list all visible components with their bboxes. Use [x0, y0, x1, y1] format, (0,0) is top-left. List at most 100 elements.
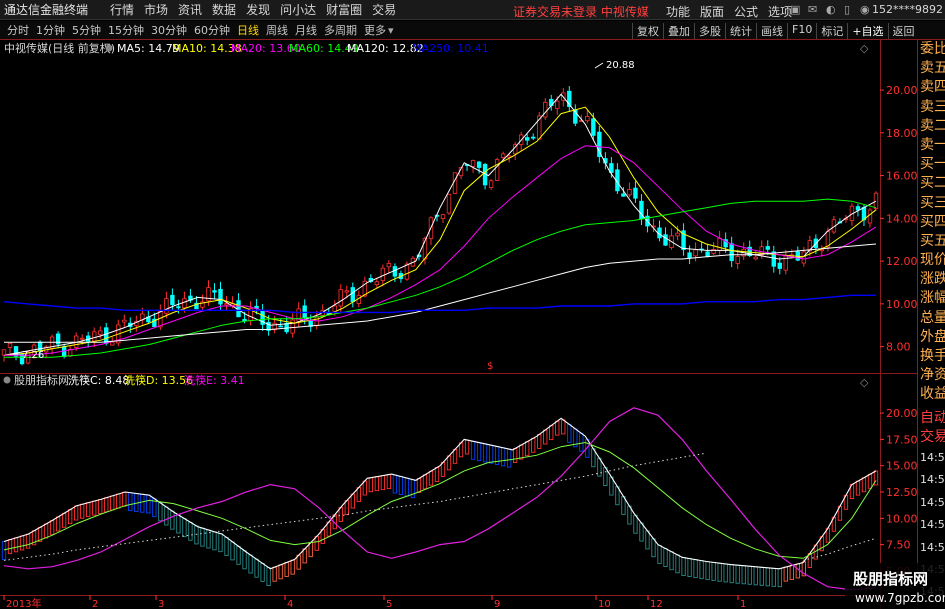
tool-biaoji[interactable]: 标记 — [816, 23, 847, 39]
account-icon[interactable]: ◉ — [860, 3, 870, 16]
menu-item-xuanxiang[interactable]: 选项 — [768, 3, 792, 20]
tool-f10[interactable]: F10 — [787, 23, 816, 39]
candle-body — [98, 330, 103, 335]
period-multi[interactable]: 多周期 — [324, 22, 357, 38]
period-week[interactable]: 周线 — [266, 22, 288, 38]
tool-tongji[interactable]: 统计 — [725, 23, 756, 39]
sub-tick-label: 20.00 — [886, 407, 917, 420]
candle-body — [338, 289, 343, 307]
user-phone[interactable]: 152****9892 — [872, 3, 943, 16]
period-more[interactable]: 更多 — [364, 22, 386, 38]
chevron-down-icon[interactable]: ▾ — [388, 24, 394, 37]
legend-ma250: MA250: 10.41 — [412, 42, 489, 55]
tool-fuquan[interactable]: 复权 — [632, 23, 663, 39]
kline-chart[interactable]: 中视传媒(日线 前复权) MA5: 14.79 MA10: 14.38 MA20… — [0, 40, 917, 609]
menu-item-zixun[interactable]: 资讯 — [178, 1, 202, 18]
sub-bar — [284, 562, 289, 577]
lock-icon[interactable]: ▣ — [790, 3, 800, 16]
high-annotation: 20.88 — [594, 60, 635, 71]
message-icon[interactable]: ✉ — [808, 3, 817, 16]
sub-bar — [92, 500, 97, 516]
sub-value-axis: 5.007.5010.0012.5015.0017.5020.00 — [880, 407, 917, 578]
menu-item-shuju[interactable]: 数据 — [212, 1, 236, 18]
sub-bar — [116, 493, 121, 509]
period-60min[interactable]: 60分钟 — [194, 22, 230, 38]
sidebar-label: 外盘 — [920, 328, 945, 345]
diamond-icon-sub[interactable]: ◇ — [860, 376, 869, 389]
sidebar-label: 委比 — [920, 41, 945, 57]
sub-bar — [867, 473, 873, 489]
sidebar-label: 买二 — [920, 175, 945, 192]
menu-item-jiaoyi[interactable]: 交易 — [372, 1, 396, 18]
date-tick-label: 2 — [92, 599, 98, 609]
candle-body — [765, 246, 770, 250]
period-15min[interactable]: 15分钟 — [108, 22, 144, 38]
tool-huaxian[interactable]: 画线 — [756, 23, 787, 39]
sub-bar — [122, 491, 127, 507]
sub-settings-icon[interactable] — [3, 376, 11, 384]
sub-bar — [681, 557, 686, 576]
candle-body — [182, 298, 187, 309]
sub-bar — [633, 514, 638, 534]
period-day[interactable]: 日线 — [237, 22, 259, 38]
period-1min[interactable]: 1分钟 — [36, 22, 65, 38]
app-logo: 通达信金融终端 — [4, 3, 89, 17]
trade-login-notice[interactable]: 证券交易未登录 中视传媒 — [513, 3, 649, 20]
candle-body — [79, 337, 85, 340]
menu-item-caifuquan[interactable]: 财富圈 — [326, 1, 362, 18]
menu-item-shichang[interactable]: 市场 — [144, 1, 168, 18]
sub-bar — [308, 542, 313, 558]
low-label: 7.26 — [22, 350, 44, 361]
sidebar-trade-label[interactable]: 交易 — [918, 428, 945, 447]
sub-bar — [146, 494, 151, 514]
watermark: 股朋指标网 www.7gpzb.com — [845, 563, 945, 609]
user-icon[interactable]: ◐ — [826, 3, 836, 16]
candle-body — [374, 281, 380, 285]
period-30min[interactable]: 30分钟 — [151, 22, 187, 38]
sub-bar — [68, 509, 73, 525]
sub-bar — [110, 495, 115, 511]
candle-body — [735, 256, 740, 264]
sub-bar — [861, 477, 867, 493]
sidebar-time: 14:56 — [920, 450, 945, 464]
event-marker[interactable]: $ — [487, 361, 493, 372]
sub-bar — [272, 566, 277, 582]
mobile-icon[interactable]: ▯ — [844, 3, 850, 16]
menu-item-hangqing[interactable]: 行情 — [110, 1, 134, 18]
period-5min[interactable]: 5分钟 — [72, 22, 101, 38]
sub-bar — [470, 440, 476, 460]
sub-bar — [639, 522, 644, 542]
sub-bar — [434, 467, 440, 482]
sidebar-label: 涨跌 — [920, 271, 945, 288]
menu-item-banmian[interactable]: 版面 — [700, 3, 724, 20]
sub-bar — [356, 487, 361, 503]
date-tick-label: 12 — [650, 599, 663, 609]
tool-diejia[interactable]: 叠加 — [663, 23, 694, 39]
tool-add-watchlist[interactable]: +自选 — [847, 23, 887, 39]
sidebar-time: 14:56 — [920, 495, 945, 509]
price-tick-label: 16.00 — [886, 170, 917, 183]
menu-item-gongneng[interactable]: 功能 — [666, 3, 690, 20]
period-month[interactable]: 月线 — [295, 22, 317, 38]
sidebar-trade-label[interactable]: 自动 — [918, 409, 945, 428]
candle-body — [531, 136, 536, 139]
candle-body — [350, 287, 355, 303]
candle-body — [855, 206, 861, 211]
sub-bar — [344, 500, 349, 516]
candle-body — [278, 325, 283, 328]
diamond-icon[interactable]: ◇ — [860, 42, 869, 55]
candle-body — [693, 249, 698, 257]
menu-item-wenxiaoda[interactable]: 问小达 — [280, 1, 316, 18]
settings-icon[interactable] — [105, 44, 113, 52]
menu-item-faxian[interactable]: 发现 — [246, 1, 270, 18]
sub-bar — [555, 420, 560, 436]
sub-bar — [368, 477, 373, 493]
main-ma-lines — [3, 93, 877, 358]
tool-duogu[interactable]: 多股 — [694, 23, 725, 39]
sub-bar — [49, 520, 55, 536]
sub-bar — [140, 493, 145, 513]
period-fenshi[interactable]: 分时 — [7, 22, 29, 38]
menu-item-gongshi[interactable]: 公式 — [734, 3, 758, 20]
tool-back[interactable]: 返回 — [887, 23, 919, 39]
candle-body — [627, 188, 632, 196]
